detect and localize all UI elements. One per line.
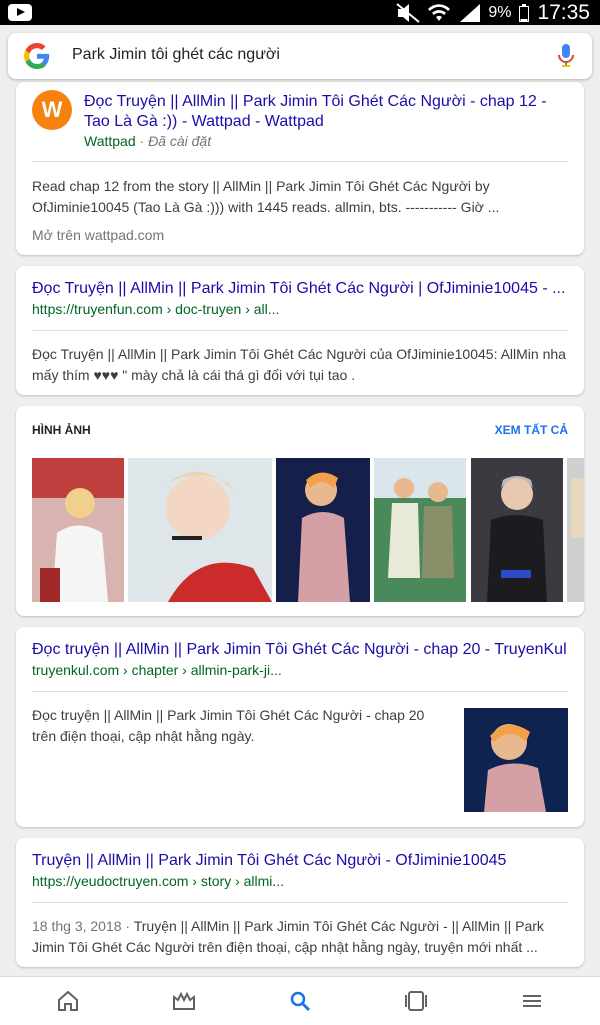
result-date: 18 thg 3, 2018 ·: [32, 918, 131, 934]
divider: [32, 902, 568, 903]
youtube-icon: [8, 4, 32, 21]
open-in-link[interactable]: Mở trên wattpad.com: [32, 227, 164, 243]
battery-text: 9%: [488, 3, 512, 21]
clock: 17:35: [537, 0, 590, 24]
image-thumbnail[interactable]: [567, 458, 584, 602]
result-title[interactable]: Đọc Truyện || AllMin || Park Jimin Tôi G…: [84, 92, 564, 132]
divider: [32, 161, 568, 162]
wattpad-icon: W: [32, 90, 72, 130]
see-all-link[interactable]: XEM TẤT CẢ: [495, 423, 568, 437]
battery-icon: [519, 3, 530, 22]
tabs-icon[interactable]: [404, 989, 428, 1013]
app-installed-status: · Đã cài đặt: [139, 133, 212, 149]
divider: [32, 330, 568, 331]
result-snippet: Read chap 12 from the story || AllMin ||…: [32, 178, 500, 215]
images-heading: HÌNH ẢNH: [32, 423, 91, 437]
google-logo-icon: [24, 43, 50, 69]
result-title[interactable]: Đọc Truyện || AllMin || Park Jimin Tôi G…: [32, 279, 572, 299]
result-snippet-wrap: 18 thg 3, 2018 · Truyện || AllMin || Par…: [32, 916, 572, 958]
search-query[interactable]: Park Jimin tôi ghét các người: [72, 46, 280, 64]
app-name: Wattpad: [84, 133, 136, 149]
updates-icon[interactable]: [172, 989, 196, 1013]
search-bar[interactable]: Park Jimin tôi ghét các người: [8, 33, 592, 79]
home-icon[interactable]: [56, 989, 80, 1013]
image-thumbnail[interactable]: [471, 458, 563, 602]
result-thumbnail[interactable]: [464, 708, 568, 812]
image-thumbnail[interactable]: [374, 458, 466, 602]
signal-icon: [460, 3, 481, 22]
result-title[interactable]: Truyện || AllMin || Park Jimin Tôi Ghét …: [32, 851, 572, 871]
bottom-navigation: [0, 976, 600, 1025]
result-title[interactable]: Đọc truyện || AllMin || Park Jimin Tôi G…: [32, 640, 572, 660]
result-snippet: Đọc truyện || AllMin || Park Jimin Tôi G…: [32, 707, 425, 744]
result-url: https://yeudoctruyen.com › story › allmi…: [32, 873, 285, 889]
result-url: https://truyenfun.com › doc-truyen › all…: [32, 301, 280, 317]
menu-icon[interactable]: [520, 989, 544, 1013]
result-url: truyenkul.com › chapter › allmin-park-ji…: [32, 662, 282, 678]
result-card-wattpad[interactable]: W Đọc Truyện || AllMin || Park Jimin Tôi…: [16, 82, 584, 255]
image-thumbnail[interactable]: [32, 458, 124, 602]
result-card[interactable]: Đọc truyện || AllMin || Park Jimin Tôi G…: [16, 627, 584, 827]
divider: [32, 691, 568, 692]
status-bar: 9% 17:35: [0, 0, 600, 25]
wifi-icon: [428, 3, 451, 21]
image-thumbnail[interactable]: [128, 458, 272, 602]
result-snippet: Đọc Truyện || AllMin || Park Jimin Tôi G…: [32, 346, 566, 383]
image-thumbnail[interactable]: [276, 458, 370, 602]
result-card[interactable]: Truyện || AllMin || Park Jimin Tôi Ghét …: [16, 838, 584, 967]
mic-icon[interactable]: [558, 44, 574, 68]
result-card[interactable]: Đọc Truyện || AllMin || Park Jimin Tôi G…: [16, 266, 584, 395]
mute-icon: [396, 2, 420, 23]
images-card: HÌNH ẢNH XEM TẤT CẢ: [16, 406, 584, 616]
search-icon[interactable]: [288, 989, 312, 1013]
